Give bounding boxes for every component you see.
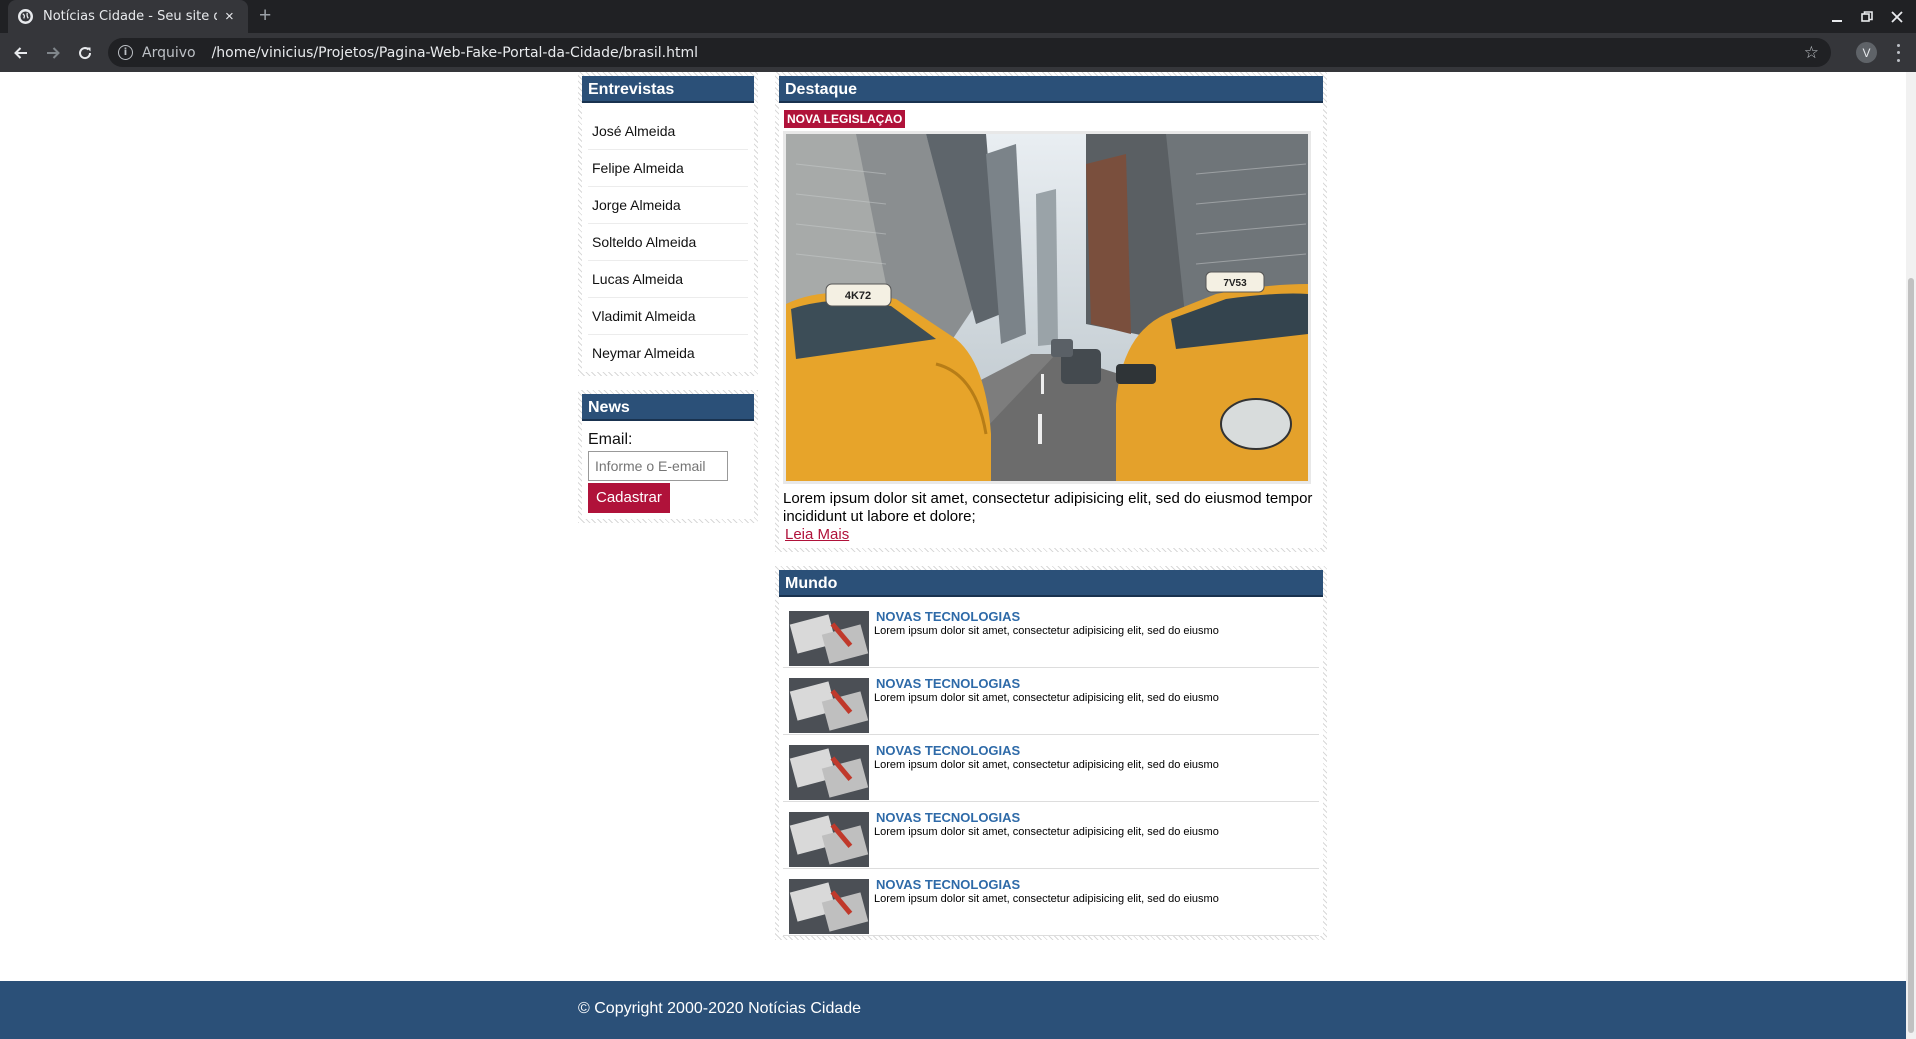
taxi-street-illustration: 4K72 7V53 <box>786 134 1308 481</box>
profile-avatar[interactable]: V <box>1856 42 1877 63</box>
page-scrollbar[interactable] <box>1906 72 1916 1039</box>
entrevistas-heading: Entrevistas <box>582 76 754 103</box>
mundo-item-title[interactable]: NOVAS TECNOLOGIAS <box>876 743 1020 758</box>
taxi-plate-right: 7V53 <box>1223 278 1247 289</box>
destaque-heading: Destaque <box>779 76 1323 103</box>
copyright-text: © Copyright 2000-2020 Notícias Cidade <box>578 1000 862 1017</box>
interview-item[interactable]: Vladimit Almeida <box>588 298 748 335</box>
minimize-icon[interactable] <box>1826 6 1848 28</box>
taxi-plate-left: 4K72 <box>845 290 871 302</box>
interview-item[interactable]: José Almeida <box>588 113 748 150</box>
browser-menu-icon[interactable] <box>1893 42 1903 64</box>
destaque-image[interactable]: 4K72 7V53 <box>783 131 1311 484</box>
mundo-item-title[interactable]: NOVAS TECNOLOGIAS <box>876 676 1020 691</box>
tech-thumbnail[interactable] <box>789 879 869 934</box>
browser-tab[interactable]: Notícias Cidade - Seu site de notícias × <box>8 0 248 33</box>
close-window-icon[interactable] <box>1886 6 1908 28</box>
mundo-item[interactable]: NOVAS TECNOLOGIAS Lorem ipsum dolor sit … <box>783 802 1319 869</box>
category-tag: NOVA LEGISLAÇAO <box>783 109 907 129</box>
left-sidebar: Entrevistas José Almeida Felipe Almeida … <box>578 72 758 523</box>
mundo-item-title[interactable]: NOVAS TECNOLOGIAS <box>876 609 1020 624</box>
info-icon[interactable]: i <box>118 45 133 60</box>
mundo-item[interactable]: NOVAS TECNOLOGIAS Lorem ipsum dolor sit … <box>783 601 1319 668</box>
mundo-item[interactable]: NOVAS TECNOLOGIAS Lorem ipsum dolor sit … <box>783 735 1319 802</box>
news-heading: News <box>582 394 754 421</box>
cadastrar-button[interactable]: Cadastrar <box>588 483 670 513</box>
interview-item[interactable]: Neymar Almeida <box>588 335 748 372</box>
destaque-summary: Lorem ipsum dolor sit amet, consectetur … <box>783 490 1313 525</box>
mundo-item-title[interactable]: NOVAS TECNOLOGIAS <box>876 810 1020 825</box>
mundo-list: NOVAS TECNOLOGIAS Lorem ipsum dolor sit … <box>779 597 1323 936</box>
address-bar[interactable]: i Arquivo /home/vinicius/Projetos/Pagina… <box>108 38 1831 67</box>
mundo-heading: Mundo <box>779 570 1323 597</box>
mundo-item-text: Lorem ipsum dolor sit amet, consectetur … <box>874 826 1219 838</box>
interview-item[interactable]: Solteldo Almeida <box>588 224 748 261</box>
mundo-item-text: Lorem ipsum dolor sit amet, consectetur … <box>874 625 1219 637</box>
news-box: News Email: Cadastrar <box>578 390 758 523</box>
mundo-item[interactable]: NOVAS TECNOLOGIAS Lorem ipsum dolor sit … <box>783 668 1319 735</box>
page-footer: © Copyright 2000-2020 Notícias Cidade <box>0 981 1906 1039</box>
entrevistas-box: Entrevistas José Almeida Felipe Almeida … <box>578 72 758 376</box>
mundo-item[interactable]: NOVAS TECNOLOGIAS Lorem ipsum dolor sit … <box>783 869 1319 936</box>
tech-thumbnail[interactable] <box>789 812 869 867</box>
restore-icon[interactable] <box>1856 6 1878 28</box>
tech-thumbnail[interactable] <box>789 678 869 733</box>
browser-titlebar: Notícias Cidade - Seu site de notícias ×… <box>0 0 1916 33</box>
back-arrow-icon[interactable] <box>10 42 32 64</box>
mundo-item-text: Lorem ipsum dolor sit amet, consectetur … <box>874 893 1219 905</box>
interview-item[interactable]: Jorge Almeida <box>588 187 748 224</box>
address-url[interactable]: /home/vinicius/Projetos/Pagina-Web-Fake-… <box>212 45 698 61</box>
globe-icon <box>18 9 33 24</box>
address-scheme-label: Arquivo <box>142 44 196 61</box>
reload-icon[interactable] <box>74 42 96 64</box>
main-content: Destaque NOVA LEGISLAÇAO 4K72 7V53 Lorem… <box>775 72 1327 940</box>
email-input[interactable] <box>588 451 728 481</box>
tab-title: Notícias Cidade - Seu site de notícias <box>43 9 217 24</box>
page-viewport: Entrevistas José Almeida Felipe Almeida … <box>0 72 1916 1039</box>
tech-thumbnail[interactable] <box>789 745 869 800</box>
mundo-item-text: Lorem ipsum dolor sit amet, consectetur … <box>874 692 1219 704</box>
interview-list: José Almeida Felipe Almeida Jorge Almeid… <box>582 113 754 372</box>
browser-toolbar: i Arquivo /home/vinicius/Projetos/Pagina… <box>0 33 1916 72</box>
tech-thumbnail[interactable] <box>789 611 869 666</box>
scrollbar-thumb[interactable] <box>1908 278 1914 1033</box>
destaque-box: Destaque NOVA LEGISLAÇAO 4K72 7V53 Lorem… <box>775 72 1327 552</box>
forward-arrow-icon[interactable] <box>42 42 64 64</box>
interview-item[interactable]: Lucas Almeida <box>588 261 748 298</box>
mundo-box: Mundo NOVAS TECNOLOGIAS Lorem ipsum dolo… <box>775 566 1327 940</box>
mundo-item-title[interactable]: NOVAS TECNOLOGIAS <box>876 877 1020 892</box>
new-tab-button[interactable]: + <box>259 4 271 28</box>
leia-mais-link[interactable]: Leia Mais <box>785 526 849 543</box>
email-label: Email: <box>588 431 633 448</box>
tab-close-icon[interactable]: × <box>225 9 234 24</box>
interview-item[interactable]: Felipe Almeida <box>588 150 748 187</box>
bookmark-star-icon[interactable]: ☆ <box>1804 43 1819 63</box>
mundo-item-text: Lorem ipsum dolor sit amet, consectetur … <box>874 759 1219 771</box>
